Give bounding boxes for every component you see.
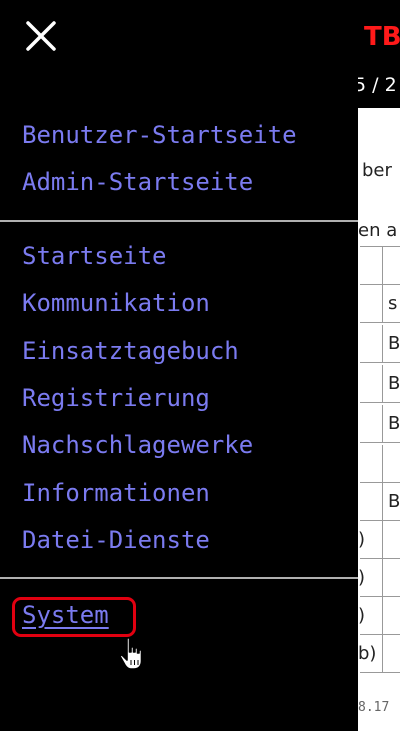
menu-item-startseite[interactable]: Startseite bbox=[22, 241, 167, 271]
menu-item-registrierung[interactable]: Registrierung bbox=[22, 383, 210, 413]
table-cell: B bbox=[388, 491, 400, 512]
table-row: s bbox=[360, 285, 400, 323]
text-fragment: ber bbox=[362, 160, 392, 181]
close-icon bbox=[26, 21, 56, 51]
navigation-drawer: Benutzer-Startseite Admin-Startseite Sta… bbox=[0, 0, 358, 731]
table-cell: B bbox=[388, 333, 400, 354]
data-table: s B B B B ) ) ) b) bbox=[358, 246, 400, 676]
menu-divider bbox=[0, 577, 358, 579]
table-row: ) bbox=[358, 559, 400, 597]
menu-item-admin-startseite[interactable]: Admin-Startseite bbox=[22, 167, 253, 197]
menu-divider bbox=[0, 220, 358, 222]
table-cell: B bbox=[388, 413, 400, 434]
table-cell: s bbox=[388, 293, 398, 314]
table-row: ) bbox=[358, 521, 400, 559]
menu-item-kommunikation[interactable]: Kommunikation bbox=[22, 288, 210, 318]
hand-pointer-icon bbox=[119, 637, 143, 670]
menu-item-nachschlagewerke[interactable]: Nachschlagewerke bbox=[22, 430, 253, 460]
footer: 8.17 bbox=[358, 690, 400, 731]
background-page: TB 5 / 2 ber en a s B B B B ) ) ) b) 8.1… bbox=[358, 0, 400, 731]
menu-item-system[interactable]: System bbox=[22, 600, 109, 630]
table-row bbox=[360, 247, 400, 285]
table-cell: ) bbox=[358, 605, 366, 626]
page-title-fragment: TB bbox=[364, 22, 400, 52]
date-fragment: 5 / 2 bbox=[358, 74, 397, 96]
menu-item-datei-dienste[interactable]: Datei-Dienste bbox=[22, 525, 210, 555]
text-fragment: en a bbox=[358, 220, 398, 241]
table-cell: ) bbox=[358, 567, 366, 588]
table-row: B bbox=[360, 325, 400, 363]
table-row: B bbox=[360, 365, 400, 403]
table-row bbox=[360, 445, 400, 483]
table-row: b) bbox=[358, 635, 400, 673]
footer-text: 8.17 bbox=[358, 700, 390, 715]
menu-item-einsatztagebuch[interactable]: Einsatztagebuch bbox=[22, 336, 239, 366]
table-cell: ) bbox=[358, 529, 366, 550]
table-row: ) bbox=[358, 597, 400, 635]
table-row: B bbox=[360, 483, 400, 521]
menu-item-informationen[interactable]: Informationen bbox=[22, 478, 210, 508]
table-row: B bbox=[360, 405, 400, 443]
table-cell: B bbox=[388, 373, 400, 394]
close-button[interactable] bbox=[24, 19, 58, 53]
menu-item-benutzer-startseite[interactable]: Benutzer-Startseite bbox=[22, 120, 297, 150]
table-cell: b) bbox=[358, 643, 377, 664]
